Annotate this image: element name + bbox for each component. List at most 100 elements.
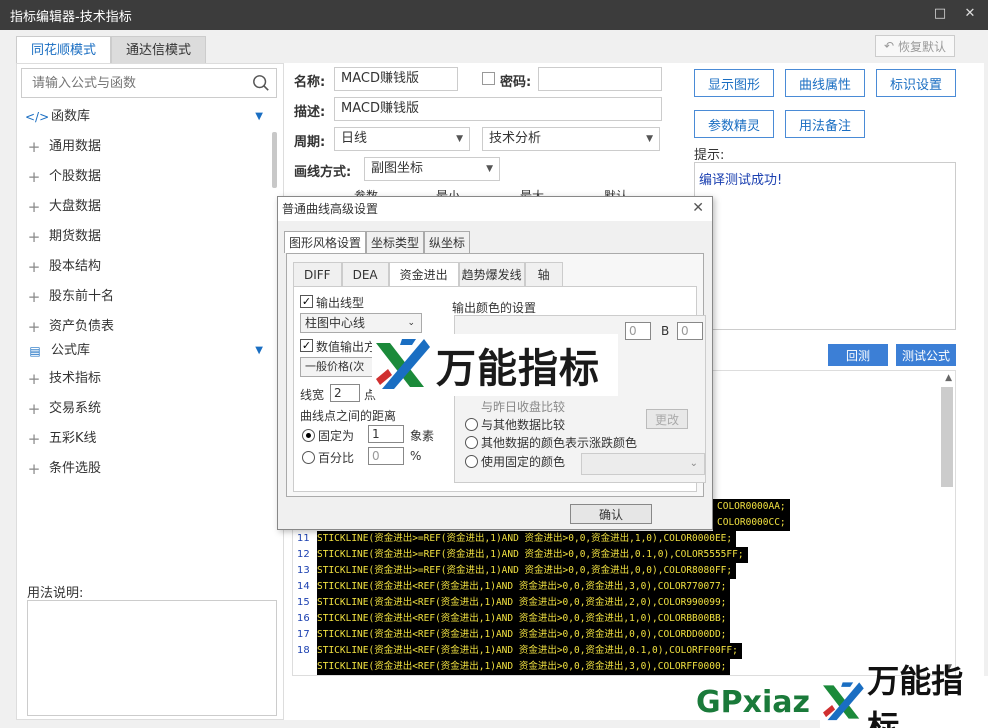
param-tune-button[interactable]: 参数精灵 — [694, 110, 774, 138]
code-line[interactable]: 11 STICKLINE(资金进出>=REF(资金进出,1)AND 资金进出>0,… — [293, 531, 737, 547]
tree-item[interactable]: + 条件选股 — [17, 454, 269, 484]
restore-default-button[interactable]: ↶ 恢复默认 — [875, 35, 955, 57]
other-color-radio[interactable] — [465, 436, 478, 449]
code-text: STICKLINE(资金进出<REF(资金进出,1)AND 资金进出>0,0,资… — [317, 595, 731, 611]
caret-down-icon: ▼ — [255, 111, 263, 122]
desc-label: 描述: — [294, 105, 326, 120]
desc-input[interactable]: MACD赚钱版 — [334, 97, 662, 121]
chevron-down-icon: ▼ — [456, 134, 463, 144]
close-icon[interactable]: ✕ — [692, 200, 704, 216]
tree-header-formulas[interactable]: ▤ 公式库 ▼ — [17, 338, 269, 364]
tab-graph-style[interactable]: 图形风格设置 — [284, 231, 367, 253]
period-select[interactable]: 日线 ▼ — [334, 127, 470, 151]
tip-box: 编译测试成功! — [694, 162, 956, 330]
rgb-g-input[interactable]: 0 — [625, 322, 651, 340]
fixed-input[interactable]: 1 — [368, 425, 404, 443]
plus-icon: + — [27, 228, 41, 246]
tree-scrollbar[interactable] — [272, 132, 277, 188]
line-type-select[interactable]: 柱图中心线 ⌄ — [300, 313, 422, 333]
test-formula-button[interactable]: 测试公式 — [896, 344, 956, 366]
code-scrollbar[interactable] — [941, 387, 953, 487]
line-width-input[interactable]: 2 — [330, 384, 360, 402]
search-input[interactable] — [22, 69, 242, 97]
password-input[interactable] — [538, 67, 662, 91]
tree-item[interactable]: + 通用数据 — [17, 132, 269, 162]
chevron-down-icon: ▼ — [486, 164, 493, 174]
tab-y-axis[interactable]: 纵坐标 — [424, 231, 471, 253]
line-number: 12 — [293, 547, 317, 563]
tree-item[interactable]: + 大盘数据 — [17, 192, 269, 222]
rgb-b-input[interactable]: 0 — [677, 322, 703, 340]
code-line[interactable]: 15 STICKLINE(资金进出<REF(资金进出,1)AND 资金进出>0,0… — [293, 595, 731, 611]
code-line[interactable]: 14 STICKLINE(资金进出<REF(资金进出,1)AND 资金进出>0,0… — [293, 579, 731, 595]
tab-series-dea[interactable]: DEA — [341, 262, 389, 286]
fixed-radio[interactable] — [302, 429, 315, 442]
line-number: 17 — [293, 627, 317, 643]
fixed-color-radio[interactable] — [465, 455, 478, 468]
tree-item[interactable]: + 交易系统 — [17, 394, 269, 424]
distance-label: 曲线点之间的距离 — [300, 409, 397, 423]
plus-icon: + — [27, 370, 41, 388]
password-checkbox[interactable] — [482, 72, 495, 85]
code-line[interactable]: COLOR0000CC; — [713, 515, 790, 531]
tree-item[interactable]: + 股本结构 — [17, 252, 269, 282]
line-number: 18 — [293, 643, 317, 659]
search-box — [21, 68, 277, 98]
output-line-checkbox[interactable]: ✓ — [300, 295, 313, 308]
percent-radio[interactable] — [302, 451, 315, 464]
curve-attr-button[interactable]: 曲线属性 — [785, 69, 865, 97]
code-line[interactable]: 12 STICKLINE(资金进出>=REF(资金进出,1)AND 资金进出>0,… — [293, 547, 748, 563]
category-select[interactable]: 技术分析 ▼ — [482, 127, 660, 151]
maximize-icon[interactable]: □ — [932, 6, 948, 22]
close-icon[interactable]: ✕ — [962, 6, 978, 22]
tree-item[interactable]: + 资产负债表 — [17, 316, 269, 338]
backtest-button[interactable]: 回测 — [828, 344, 888, 366]
password-label: 密码: — [500, 75, 532, 90]
tab-series-trend[interactable]: 趋势爆发线 — [458, 262, 525, 286]
code-line[interactable]: 13 STICKLINE(资金进出>=REF(资金进出,1)AND 资金进出>0,… — [293, 563, 737, 579]
title-bar: 指标编辑器-技术指标 □ ✕ — [0, 0, 988, 30]
compare-other-radio[interactable] — [465, 418, 478, 431]
code-line[interactable]: STICKLINE(资金进出<REF(资金进出,1)AND 资金进出>0,0,资… — [293, 659, 731, 675]
watermark-logo: 万能指标 — [372, 334, 618, 396]
name-input[interactable]: MACD赚钱版 — [334, 67, 458, 91]
percent-label: 百分比 — [318, 451, 355, 465]
search-icon[interactable] — [252, 74, 270, 92]
corner-logo-text: 万能指标 — [867, 662, 964, 728]
code-text: STICKLINE(资金进出<REF(资金进出,1)AND 资金进出>0,0,资… — [317, 643, 742, 659]
tab-series-axis[interactable]: 轴 — [524, 262, 563, 286]
fixed-label: 固定为 — [318, 429, 355, 443]
ok-button[interactable]: 确认 — [570, 504, 652, 524]
tab-tdx-mode[interactable]: 通达信模式 — [111, 36, 207, 64]
usage-note-button[interactable]: 用法备注 — [785, 110, 865, 138]
line-type-value: 柱图中心线 — [305, 316, 366, 330]
tree-item[interactable]: + 五彩K线 — [17, 424, 269, 454]
tab-series-diff[interactable]: DIFF — [293, 262, 342, 286]
tree-item[interactable]: + 股东前十名 — [17, 282, 269, 312]
code-line[interactable]: COLOR0000AA; — [713, 499, 790, 515]
tree-header-functions[interactable]: </> 函数库 ▼ — [17, 102, 269, 132]
code-line[interactable]: 18 STICKLINE(资金进出<REF(资金进出,1)AND 资金进出>0,0… — [293, 643, 742, 659]
corner-logo: 万能指标 — [820, 662, 988, 728]
scroll-up-icon[interactable]: ▲ — [945, 373, 952, 383]
price-select[interactable]: 一般价格(次 — [300, 357, 382, 377]
tree-item[interactable]: + 个股数据 — [17, 162, 269, 192]
code-line[interactable]: 16 STICKLINE(资金进出<REF(资金进出,1)AND 资金进出>0,0… — [293, 611, 731, 627]
percent-input[interactable]: 0 — [368, 447, 404, 465]
logo-icon — [376, 339, 430, 389]
change-color-button[interactable]: 更改 — [646, 409, 688, 429]
code-line[interactable]: 17 STICKLINE(资金进出<REF(资金进出,1)AND 资金进出>0,0… — [293, 627, 731, 643]
value-output-checkbox[interactable]: ✓ — [300, 339, 313, 352]
tab-ths-mode[interactable]: 同花顺模式 — [16, 36, 112, 64]
tree-item[interactable]: + 期货数据 — [17, 222, 269, 252]
tab-axis-type[interactable]: 坐标类型 — [366, 231, 425, 253]
usage-label: 用法说明: — [27, 586, 84, 601]
fixed-color-select[interactable]: ⌄ — [581, 453, 705, 475]
draw-mode-select[interactable]: 副图坐标 ▼ — [364, 157, 500, 181]
color-group-label: 输出颜色的设置 — [452, 301, 537, 315]
tree-item[interactable]: + 技术指标 — [17, 364, 269, 394]
show-graph-button[interactable]: 显示图形 — [694, 69, 774, 97]
tab-series-fund[interactable]: 资金进出 — [388, 262, 459, 286]
mark-setting-button[interactable]: 标识设置 — [876, 69, 956, 97]
usage-textarea[interactable] — [27, 600, 277, 716]
